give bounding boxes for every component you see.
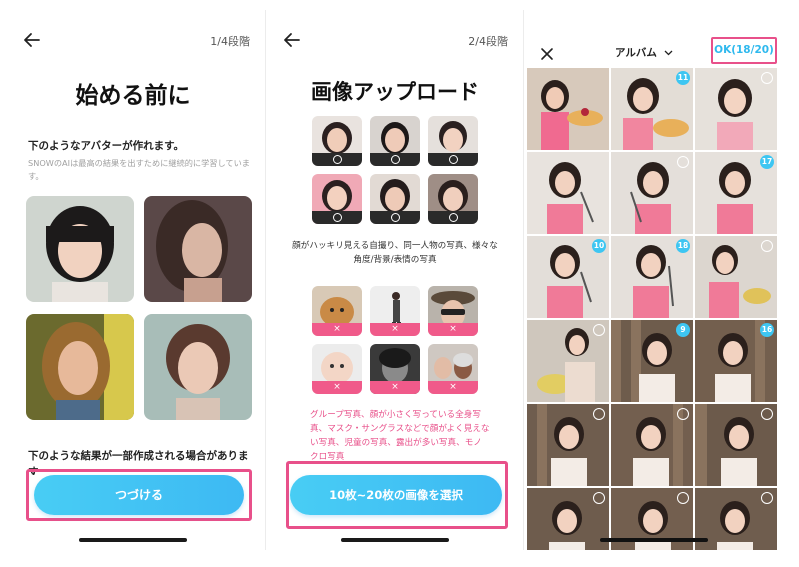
- photo-cell[interactable]: [695, 68, 777, 150]
- arrow-left-icon[interactable]: [282, 30, 302, 50]
- photo-cell[interactable]: 9: [611, 320, 693, 402]
- home-indicator: [599, 538, 708, 542]
- ng-badge: ×: [428, 323, 478, 336]
- good-example-photo: [370, 174, 420, 224]
- good-example-photo: [370, 116, 420, 166]
- arrow-left-icon[interactable]: [22, 30, 42, 50]
- good-example-photo: [312, 116, 362, 166]
- good-example-photo: [428, 116, 478, 166]
- ok-button[interactable]: OK(18/20): [713, 44, 775, 56]
- bad-example-caption: グループ写真、顔が小さく写っている全身写真、マスク・サングラスなどで顔がよく見え…: [310, 410, 490, 462]
- page-title: 始める前に: [75, 83, 191, 109]
- select-circle[interactable]: [677, 492, 689, 504]
- ok-badge: [428, 211, 478, 224]
- ok-badge: [312, 153, 362, 166]
- select-images-button[interactable]: 10枚~20枚の画像を選択: [290, 475, 502, 515]
- ng-badge: ×: [312, 323, 362, 336]
- bad-example-photo: ×: [428, 344, 478, 394]
- ng-badge: ×: [370, 323, 420, 336]
- select-circle[interactable]: [761, 72, 773, 84]
- bad-example-photo: ×: [312, 344, 362, 394]
- good-example-photo: [428, 174, 478, 224]
- ng-badge: ×: [428, 381, 478, 394]
- photo-cell[interactable]: [695, 404, 777, 486]
- photo-cell[interactable]: [695, 236, 777, 318]
- photo-cell[interactable]: 17: [695, 152, 777, 234]
- photo-cell[interactable]: 18: [611, 236, 693, 318]
- bad-example-photo: ×: [428, 286, 478, 336]
- select-circle[interactable]: [761, 408, 773, 420]
- album-label: アルバム: [615, 47, 657, 59]
- screen-before-start: 1/4段階 始める前に 下のようなアバターが作れます。 SNOWのAIは最高の結…: [4, 10, 262, 550]
- photo-cell[interactable]: 16: [695, 320, 777, 402]
- avatar-sample-1: [26, 196, 134, 302]
- selection-number: 11: [676, 71, 690, 85]
- bad-example-photo: ×: [370, 286, 420, 336]
- home-indicator: [341, 538, 449, 542]
- ng-badge: ×: [370, 381, 420, 394]
- header: 1/4段階: [4, 28, 262, 54]
- selection-number: 10: [592, 239, 606, 253]
- ok-badge: [370, 211, 420, 224]
- highlight-frame: OK(18/20): [711, 37, 777, 64]
- select-circle[interactable]: [593, 492, 605, 504]
- continue-button[interactable]: つづける: [34, 475, 244, 515]
- select-circle[interactable]: [593, 408, 605, 420]
- screen-album-picker: アルバム OK(18/20) 11 17 10 18 9 16: [527, 10, 780, 550]
- ng-badge: ×: [312, 381, 362, 394]
- avatar-sample-4: [144, 314, 252, 420]
- step-indicator: 1/4段階: [210, 35, 250, 48]
- bad-example-photo: ×: [370, 344, 420, 394]
- photo-grid: 11 17 10 18 9 16: [527, 68, 780, 550]
- selection-number: 16: [760, 323, 774, 337]
- photo-cell[interactable]: [527, 68, 609, 150]
- ok-badge: [428, 153, 478, 166]
- selection-number: 17: [760, 155, 774, 169]
- select-circle[interactable]: [593, 324, 605, 336]
- photo-cell[interactable]: 11: [611, 68, 693, 150]
- ok-badge: [370, 153, 420, 166]
- ok-badge: [312, 211, 362, 224]
- close-icon[interactable]: [539, 46, 555, 62]
- avatar-sample-2: [144, 196, 252, 302]
- good-example-photo: [312, 174, 362, 224]
- selection-number: 9: [676, 323, 690, 337]
- select-circle[interactable]: [677, 156, 689, 168]
- photo-cell[interactable]: [527, 152, 609, 234]
- bad-example-photo: ×: [312, 286, 362, 336]
- divider: [523, 10, 524, 550]
- photo-cell[interactable]: [527, 404, 609, 486]
- page-title: 画像アップロード: [311, 80, 479, 104]
- section-heading: 下のようなアバターが作れます。: [28, 140, 185, 152]
- album-selector[interactable]: アルバム: [615, 45, 673, 60]
- select-circle[interactable]: [761, 492, 773, 504]
- home-indicator: [79, 538, 187, 542]
- step-indicator: 2/4段階: [468, 35, 508, 48]
- photo-cell[interactable]: [611, 404, 693, 486]
- description-text: SNOWのAIは最高の結果を出すために継続的に学習しています。: [28, 158, 250, 181]
- header: 2/4段階: [270, 28, 520, 54]
- select-circle[interactable]: [677, 408, 689, 420]
- selection-number: 18: [676, 239, 690, 253]
- photo-cell[interactable]: [611, 152, 693, 234]
- avatar-sample-3: [26, 314, 134, 420]
- chevron-down-icon: [664, 50, 673, 56]
- screen-image-upload: 2/4段階 画像アップロード 顔がハッキリ見える自撮り、同一人物の写真、様々な角…: [270, 10, 520, 550]
- photo-cell[interactable]: [527, 488, 609, 550]
- photo-cell[interactable]: [527, 320, 609, 402]
- select-circle[interactable]: [761, 240, 773, 252]
- good-example-caption: 顔がハッキリ見える自撮り、同一人物の写真、様々な角度/背景/表情の写真: [292, 241, 498, 265]
- divider: [265, 10, 266, 550]
- photo-cell[interactable]: 10: [527, 236, 609, 318]
